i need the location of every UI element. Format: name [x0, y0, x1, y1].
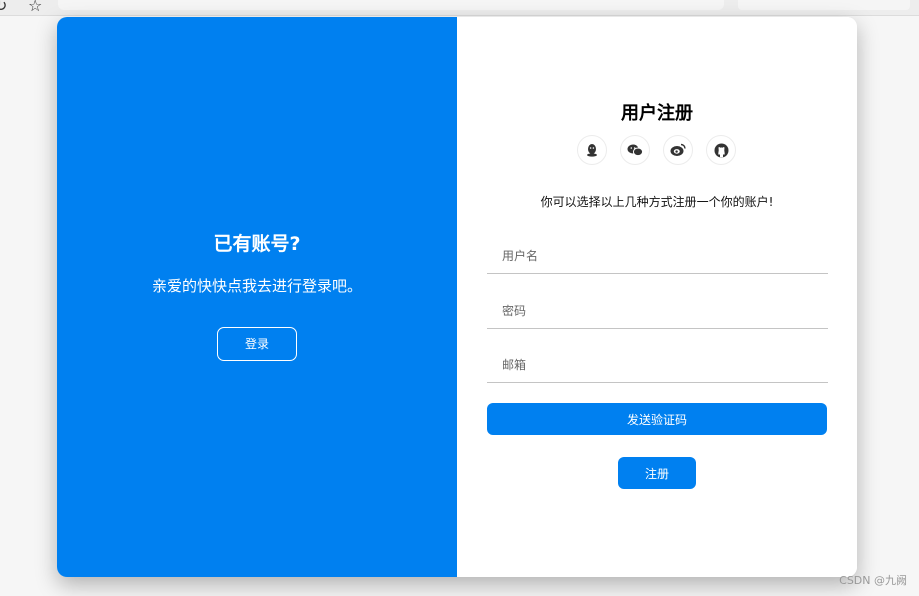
register-title: 用户注册: [621, 103, 693, 124]
github-icon[interactable]: [706, 135, 736, 165]
wechat-icon[interactable]: [620, 135, 650, 165]
bookmark-star-icon[interactable]: ☆: [28, 0, 42, 15]
weibo-icon[interactable]: [663, 135, 693, 165]
browser-toolbar: ↻ ☆: [0, 0, 919, 16]
username-input[interactable]: [487, 238, 828, 274]
login-prompt-panel: 已有账号? 亲爱的快快点我去进行登录吧。 登录: [57, 17, 457, 577]
register-button[interactable]: 注册: [618, 457, 696, 489]
social-login-icons: [577, 135, 737, 167]
qq-icon[interactable]: [577, 135, 607, 165]
register-hint: 你可以选择以上几种方式注册一个你的账户!: [540, 195, 774, 209]
browser-tab[interactable]: [738, 0, 910, 10]
password-input[interactable]: [487, 293, 828, 329]
email-input[interactable]: [487, 347, 828, 383]
login-button[interactable]: 登录: [217, 327, 297, 361]
reload-icon[interactable]: ↻: [0, 0, 7, 15]
address-bar[interactable]: [58, 0, 724, 10]
login-prompt-description: 亲爱的快快点我去进行登录吧。: [151, 277, 362, 295]
register-panel: 用户注册 你可以选择以上几种方式注册一个你的账户! 用户名 邮箱 发送验证码 注…: [457, 17, 857, 577]
auth-card: 已有账号? 亲爱的快快点我去进行登录吧。 登录 用户注册 你可以选择以上几种方式…: [57, 17, 857, 577]
watermark: CSDN @九阙: [839, 574, 907, 587]
login-prompt-title: 已有账号?: [213, 233, 301, 255]
send-code-button[interactable]: 发送验证码: [487, 403, 827, 435]
